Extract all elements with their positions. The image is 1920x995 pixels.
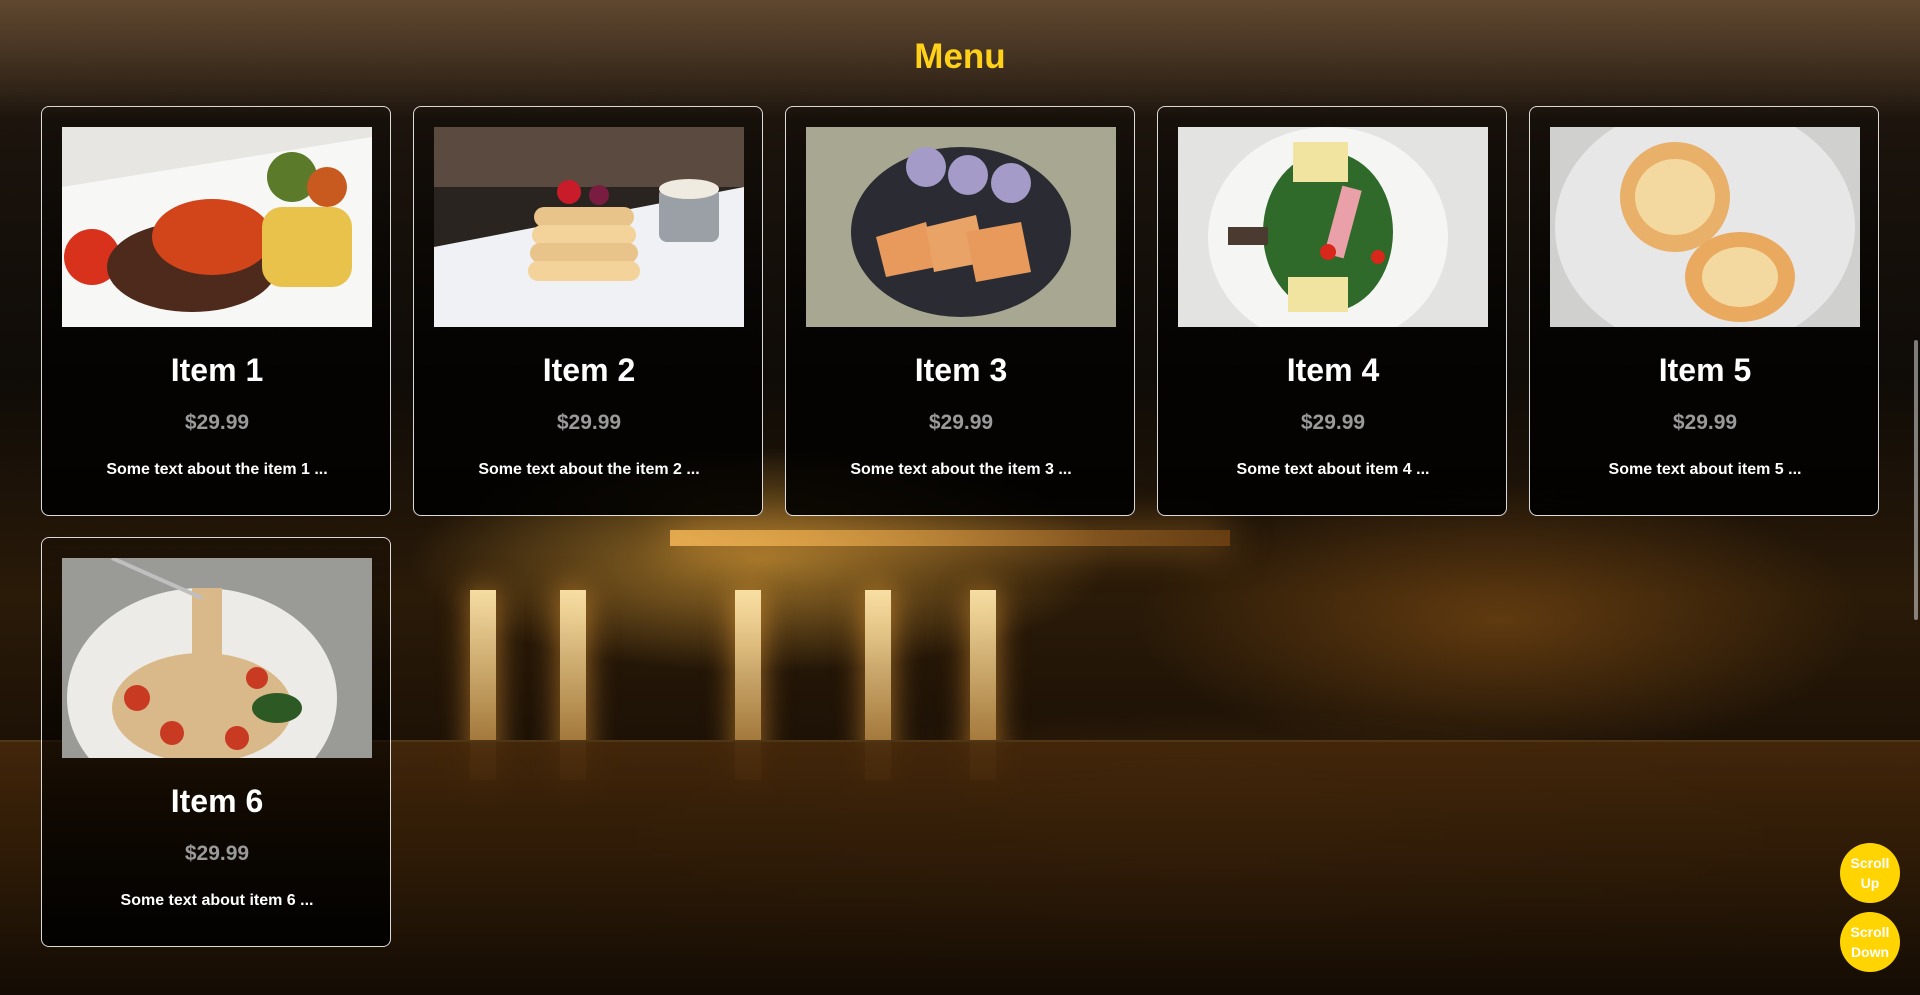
item-title: Item 3	[914, 352, 1008, 388]
item-title: Item 2	[542, 352, 636, 388]
page-scrollbar[interactable]	[1914, 340, 1918, 620]
item-price: $29.99	[928, 411, 994, 434]
background-bar-shelf-light	[670, 530, 1230, 546]
item-photo-pancakes	[434, 127, 744, 327]
item-title: Item 1	[170, 352, 264, 388]
item-title: Item 6	[170, 783, 264, 819]
item-description: Some text about the item 3 ...	[850, 461, 1072, 478]
menu-item-card[interactable]: Item 6 $29.99 Some text about item 6 ...	[41, 537, 391, 947]
item-title: Item 5	[1658, 352, 1752, 388]
item-price: $29.99	[1672, 411, 1738, 434]
item-price: $29.99	[184, 411, 250, 434]
item-description: Some text about the item 1 ...	[106, 461, 328, 478]
item-photo-spaghetti	[62, 558, 372, 758]
menu-item-card[interactable]: Item 3 $29.99 Some text about the item 3…	[785, 106, 1135, 516]
page-title: Menu	[914, 37, 1006, 76]
menu-item-card[interactable]: Item 5 $29.99 Some text about item 5 ...	[1529, 106, 1879, 516]
menu-item-card[interactable]: Item 2 $29.99 Some text about the item 2…	[413, 106, 763, 516]
scroll-up-button[interactable]: Scroll Up	[1840, 843, 1900, 903]
scroll-down-button[interactable]: Scroll Down	[1840, 912, 1900, 972]
item-photo-cauliflower	[1550, 127, 1860, 327]
item-description: Some text about item 4 ...	[1236, 461, 1430, 478]
item-price: $29.99	[1300, 411, 1366, 434]
menu-item-card[interactable]: Item 4 $29.99 Some text about item 4 ...	[1157, 106, 1507, 516]
item-description: Some text about item 6 ...	[120, 892, 314, 909]
item-title: Item 4	[1286, 352, 1380, 388]
item-photo-salad	[1178, 127, 1488, 327]
item-photo-pastries	[806, 127, 1116, 327]
scroll-down-label: Scroll Down	[1850, 924, 1890, 960]
item-description: Some text about item 5 ...	[1608, 461, 1802, 478]
item-price: $29.99	[556, 411, 622, 434]
item-description: Some text about the item 2 ...	[478, 461, 700, 478]
scroll-up-label: Scroll Up	[1850, 855, 1890, 891]
item-price: $29.99	[184, 842, 250, 865]
item-photo-steak	[62, 127, 372, 327]
menu-item-card[interactable]: Item 1 $29.99 Some text about the item 1…	[41, 106, 391, 516]
